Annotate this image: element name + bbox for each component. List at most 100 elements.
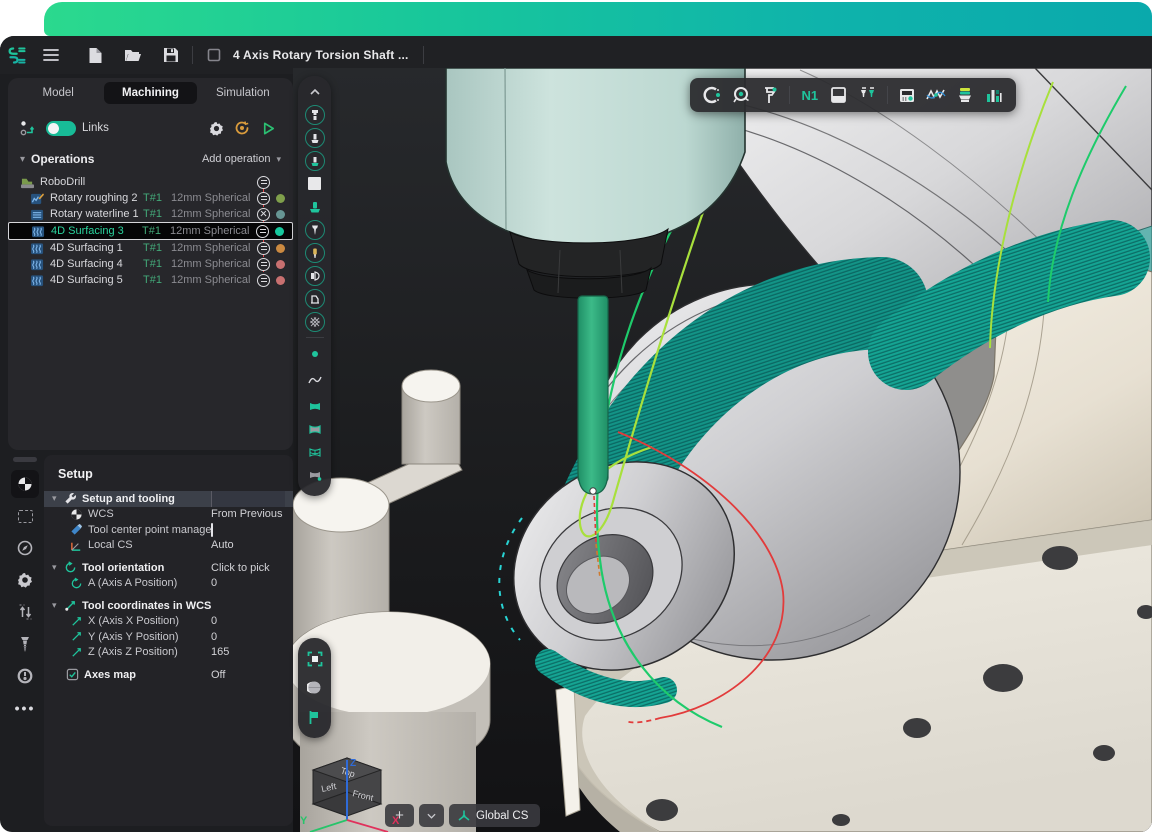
point-dot-icon[interactable] — [302, 342, 328, 365]
clamp-icon[interactable] — [302, 264, 328, 287]
save-icon[interactable] — [158, 42, 184, 68]
setup-section-tooling[interactable]: ▾ Setup and tooling — [44, 491, 293, 507]
setup-row-tcp[interactable]: Tool center point management — [44, 522, 293, 538]
cs-axes-icon — [457, 809, 471, 823]
power-ring-icon[interactable] — [11, 662, 39, 690]
operation-status-icon[interactable] — [257, 192, 270, 205]
setup-row-axis-a[interactable]: A (Axis A Position) 0 — [44, 576, 293, 592]
operation-status-icon[interactable] — [257, 258, 270, 271]
section-chevron-icon[interactable]: ▾ — [52, 493, 64, 504]
document-title[interactable]: 4 Axis Rotary Torsion Shaft ... — [233, 48, 409, 62]
machine-icon-small[interactable] — [302, 287, 328, 310]
section-chevron-icon[interactable]: ▾ — [52, 600, 64, 611]
operation-color-dot — [276, 244, 285, 253]
coords-arrow-icon — [64, 599, 77, 612]
statistics-bars-icon[interactable] — [980, 82, 1007, 108]
zoom-fit-icon[interactable] — [302, 647, 328, 670]
holder-full-icon[interactable] — [302, 103, 328, 126]
holder-body-icon[interactable] — [302, 126, 328, 149]
operation-row[interactable]: 4D Surfacing 5 T#1 12mm Spherical — [8, 272, 293, 288]
view-nav-toolbar — [298, 638, 331, 738]
new-file-icon[interactable] — [82, 42, 108, 68]
operations-collapse-chevron-icon[interactable]: ▾ — [20, 154, 25, 165]
play-icon[interactable] — [255, 115, 281, 141]
node-links-icon[interactable] — [20, 120, 36, 136]
tool-tip-icon[interactable] — [302, 218, 328, 241]
caliper-icon[interactable] — [757, 82, 784, 108]
rail-drag-handle[interactable] — [13, 457, 37, 462]
tool-pair-icon[interactable] — [854, 82, 881, 108]
toolbar-divider — [306, 337, 324, 338]
surface-grid-icon[interactable] — [302, 441, 328, 464]
fixture-teal-icon[interactable] — [302, 195, 328, 218]
nc-program-icon[interactable]: N1 — [796, 82, 823, 108]
machine-status-icon[interactable] — [257, 176, 270, 189]
tab-simulation[interactable]: Simulation — [197, 82, 289, 104]
setup-row-axis-z[interactable]: Z (Axis Z Position) 165 — [44, 645, 293, 661]
setup-row-local-cs[interactable]: Local CS Auto — [44, 538, 293, 554]
setup-section-coords[interactable]: ▾ Tool coordinates in WCS — [44, 598, 293, 614]
operation-status-error-icon[interactable] — [257, 208, 270, 221]
add-operation-button[interactable]: Add operation▾ — [202, 153, 281, 165]
viewport-3d-scene[interactable] — [293, 68, 1152, 832]
flag-icon[interactable] — [302, 706, 328, 729]
settings-gear-icon[interactable] — [11, 566, 39, 594]
machine-row[interactable]: RoboDrill — [8, 174, 293, 190]
links-toggle[interactable] — [46, 121, 76, 136]
tool-shank-icon[interactable] — [302, 241, 328, 264]
surface-filled-icon[interactable] — [302, 395, 328, 418]
tab-model[interactable]: Model — [12, 82, 104, 104]
operation-row-selected[interactable]: 4D Surfacing 3 T#1 12mm Spherical — [8, 222, 293, 240]
curve-wave-icon[interactable] — [302, 365, 328, 395]
view-cube[interactable]: Top Left Front X Y Z — [296, 748, 406, 832]
holder-layers-icon[interactable] — [951, 82, 978, 108]
operation-status-icon[interactable] — [257, 242, 270, 255]
simulation-refresh-icon[interactable] — [229, 115, 255, 141]
safety-icon[interactable] — [11, 534, 39, 562]
arc-measure-icon[interactable] — [699, 82, 726, 108]
order-arrows-icon[interactable] — [11, 598, 39, 626]
stock-square-icon[interactable] — [302, 172, 328, 195]
cs-chevron-button[interactable] — [419, 804, 444, 827]
stock-selection-icon[interactable] — [11, 502, 39, 530]
surface-point-icon[interactable] — [302, 464, 328, 487]
surface-edge-icon[interactable] — [302, 418, 328, 441]
operation-color-dot — [276, 260, 285, 269]
app-logo-icon[interactable] — [4, 42, 30, 68]
wcs-datum-icon[interactable] — [11, 470, 39, 498]
more-ellipsis-icon[interactable]: ••• — [11, 694, 39, 722]
operation-row[interactable]: Rotary roughing 2 T#1 12mm Spherical — [8, 190, 293, 206]
appearance-sphere-icon[interactable] — [302, 676, 328, 699]
tcp-checkbox[interactable] — [211, 523, 213, 537]
open-folder-icon[interactable] — [120, 42, 146, 68]
setup-row-axis-x[interactable]: X (Axis X Position) 0 — [44, 614, 293, 630]
global-cs-button[interactable]: Global CS — [449, 804, 540, 827]
holder-collet-icon[interactable] — [302, 149, 328, 172]
collapse-chevron-icon[interactable] — [302, 80, 328, 103]
operations-settings-gear-icon[interactable] — [203, 115, 229, 141]
links-row: Links — [8, 114, 293, 142]
machine-panel-icon[interactable] — [894, 82, 921, 108]
menu-icon[interactable] — [38, 42, 64, 68]
setup-row-wcs[interactable]: WCS From Previous — [44, 507, 293, 523]
gauge-icon[interactable] — [728, 82, 755, 108]
axis-z-icon — [70, 646, 83, 659]
operation-row[interactable]: 4D Surfacing 1 T#1 12mm Spherical — [8, 240, 293, 256]
setup-row-axes-map[interactable]: Axes map Off — [44, 667, 293, 683]
setup-row-axis-y[interactable]: Y (Axis Y Position) 0 — [44, 629, 293, 645]
tab-machining[interactable]: Machining — [104, 82, 196, 104]
operation-status-icon[interactable] — [256, 225, 269, 238]
operation-row[interactable]: Rotary waterline 1 T#1 12mm Spherical — [8, 206, 293, 222]
section-value[interactable] — [211, 491, 285, 507]
analysis-wave-icon[interactable] — [923, 82, 950, 108]
stock-icon[interactable] — [825, 82, 852, 108]
tool-drill-icon[interactable] — [11, 630, 39, 658]
orientation-pick-value[interactable]: Click to pick — [211, 562, 285, 574]
document-tab-icon[interactable] — [201, 42, 227, 68]
operation-status-icon[interactable] — [257, 274, 270, 287]
window-accent-strip — [44, 2, 1152, 36]
mesh-icon[interactable] — [302, 310, 328, 333]
setup-section-orientation[interactable]: ▾ Tool orientation Click to pick — [44, 560, 293, 576]
section-chevron-icon[interactable]: ▾ — [52, 562, 64, 573]
operation-row[interactable]: 4D Surfacing 4 T#1 12mm Spherical — [8, 256, 293, 272]
